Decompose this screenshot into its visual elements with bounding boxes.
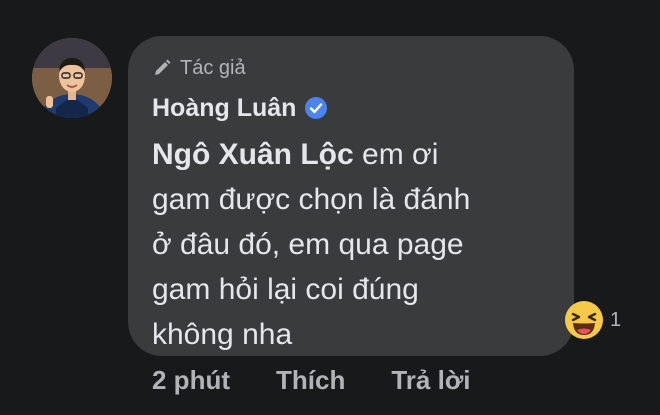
comment-line-2: gam được chọn là đánh [152,183,471,216]
comment-actions: 2 phút Thích Trả lời [152,360,471,400]
like-button[interactable]: Thích [276,365,345,396]
reply-button[interactable]: Trả lời [391,365,470,396]
author-badge-label: Tác giả [180,56,246,79]
reaction-summary[interactable]: 1 [564,300,621,340]
comment-screen: Tác giả Hoàng Luân Ngô Xuân Lộc em ơi ga… [0,0,660,415]
reaction-count: 1 [610,308,622,331]
haha-emoji-icon [564,300,604,340]
author-name[interactable]: Hoàng Luân [152,94,296,123]
comment-line-1-text: em ơi [353,138,439,171]
comment-line-1: Ngô Xuân Lộc em ơi [152,132,542,177]
verified-badge-icon [304,96,328,120]
comment-timestamp[interactable]: 2 phút [152,365,230,396]
comment-line-5: không nha [152,318,293,351]
comment-line-3: ở đâu đó, em qua page [152,228,464,261]
author-name-row: Hoàng Luân [152,90,550,126]
comment-bubble[interactable]: Tác giả Hoàng Luân Ngô Xuân Lộc em ơi ga… [128,36,574,356]
avatar[interactable] [32,38,112,118]
mention-link[interactable]: Ngô Xuân Lộc [152,138,354,171]
author-badge-row: Tác giả [152,54,550,82]
avatar-image [32,38,112,118]
pencil-icon [152,58,172,78]
comment-line-4: gam hỏi lại coi đúng [152,273,419,306]
comment-text: Ngô Xuân Lộc em ơi gam được chọn là đánh… [152,132,542,357]
